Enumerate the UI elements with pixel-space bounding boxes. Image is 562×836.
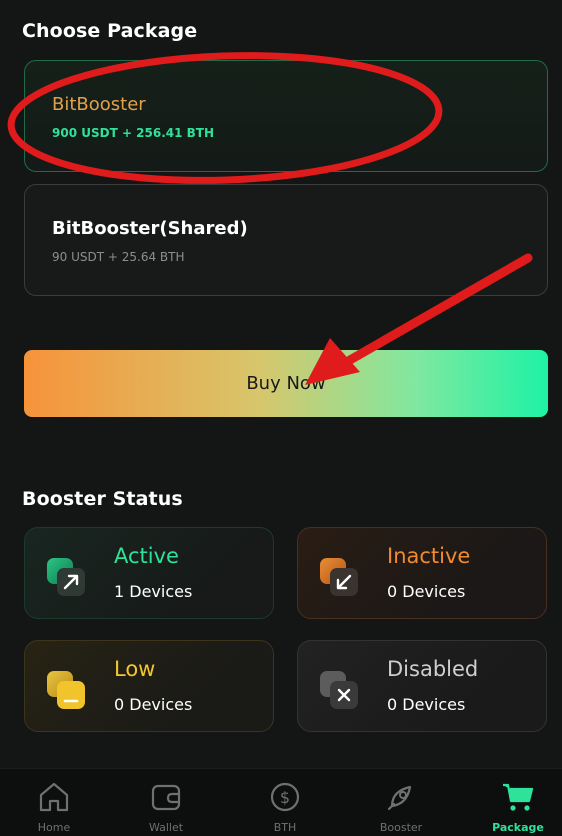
- package-price: 900 USDT + 256.41 BTH: [52, 126, 215, 140]
- package-screen: Choose Package BitBooster 900 USDT + 256…: [0, 0, 562, 836]
- package-card-bitbooster-shared[interactable]: BitBooster(Shared) 90 USDT + 25.64 BTH: [24, 184, 548, 296]
- tab-label: Home: [37, 821, 71, 834]
- status-label: Low: [114, 657, 156, 681]
- arrow-up-right-icon: [47, 558, 85, 596]
- tab-booster[interactable]: Booster: [361, 769, 441, 836]
- status-card-disabled[interactable]: Disabled 0 Devices: [297, 640, 547, 732]
- cart-icon: [503, 783, 534, 811]
- bottom-tab-bar: Home Wallet $ BTH Booster Package: [0, 768, 562, 836]
- package-price: 90 USDT + 25.64 BTH: [52, 250, 185, 264]
- status-count: 1 Devices: [114, 582, 193, 601]
- tab-package[interactable]: Package: [478, 769, 558, 836]
- buy-now-button[interactable]: Buy Now: [24, 350, 548, 417]
- home-icon: [39, 782, 69, 812]
- package-card-bitbooster[interactable]: BitBooster 900 USDT + 256.41 BTH: [24, 60, 548, 172]
- x-icon: [320, 671, 358, 709]
- status-count: 0 Devices: [387, 582, 466, 601]
- wallet-icon: [151, 784, 181, 811]
- status-card-inactive[interactable]: Inactive 0 Devices: [297, 527, 547, 619]
- tab-home[interactable]: Home: [14, 769, 94, 836]
- dollar-coin-icon: $: [270, 782, 300, 812]
- status-count: 0 Devices: [114, 695, 193, 714]
- status-card-active[interactable]: Active 1 Devices: [24, 527, 274, 619]
- svg-text:$: $: [280, 788, 290, 807]
- tab-label: Booster: [379, 821, 423, 834]
- package-name: BitBooster: [52, 94, 146, 115]
- status-label: Disabled: [387, 657, 479, 681]
- tab-label: Wallet: [148, 821, 184, 834]
- status-label: Active: [114, 544, 179, 568]
- status-card-low[interactable]: Low 0 Devices: [24, 640, 274, 732]
- booster-status-title: Booster Status: [22, 488, 183, 510]
- tab-label: BTH: [273, 821, 297, 834]
- minus-icon: [47, 671, 85, 709]
- arrow-down-left-icon: [320, 558, 358, 596]
- tab-wallet[interactable]: Wallet: [126, 769, 206, 836]
- package-name: BitBooster(Shared): [52, 218, 248, 239]
- rocket-icon: [387, 785, 412, 811]
- status-label: Inactive: [387, 544, 471, 568]
- status-count: 0 Devices: [387, 695, 466, 714]
- choose-package-title: Choose Package: [22, 20, 198, 42]
- tab-bth[interactable]: $ BTH: [245, 769, 325, 836]
- tab-label: Package: [492, 821, 544, 834]
